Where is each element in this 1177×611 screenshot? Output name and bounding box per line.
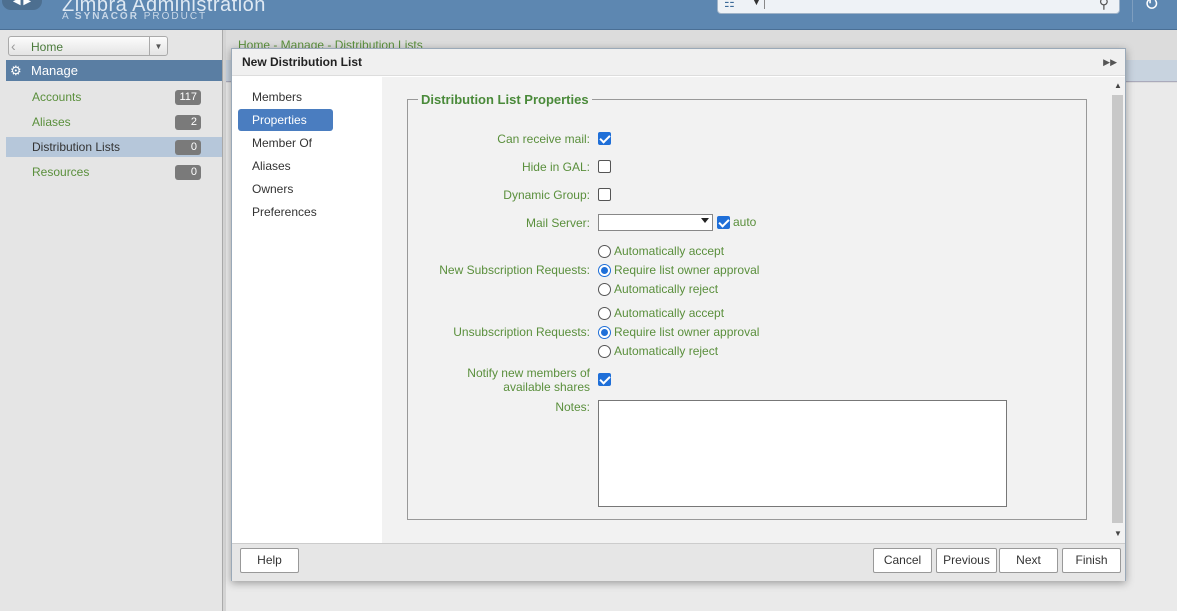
sidebar-item-label: Aliases xyxy=(32,115,71,129)
chevron-down-icon[interactable]: ▼ xyxy=(752,0,761,7)
count-badge: 117 xyxy=(175,90,201,105)
unsub-auto-accept-radio[interactable] xyxy=(598,307,611,320)
subtitle-suffix: PRODUCT xyxy=(143,11,208,22)
hide-in-gal-label: Hide in GAL: xyxy=(521,160,590,174)
new-sub-auto-reject-label: Automatically reject xyxy=(614,282,719,296)
tab-aliases[interactable]: Aliases xyxy=(238,155,333,177)
dialog-titlebar[interactable]: New Distribution List ▶▶ xyxy=(232,49,1125,76)
notes-textarea[interactable] xyxy=(598,400,1007,507)
new-sub-auto-reject-radio[interactable] xyxy=(598,283,611,296)
new-sub-auto-accept-radio[interactable] xyxy=(598,245,611,258)
hide-in-gal-checkbox[interactable] xyxy=(598,160,611,173)
cancel-button[interactable]: Cancel xyxy=(873,548,932,573)
new-subscription-label: New Subscription Requests: xyxy=(439,263,590,277)
properties-fieldset: Distribution List Properties Can receive… xyxy=(407,92,1087,520)
unsub-auto-reject-label: Automatically reject xyxy=(614,344,719,358)
tab-label: Preferences xyxy=(252,205,317,219)
app-header: ◀ ▶ Zimbra Administration A SYNACOR PROD… xyxy=(0,0,1177,30)
subtitle-prefix: A xyxy=(62,11,71,22)
tab-label: Aliases xyxy=(252,159,291,173)
search-divider xyxy=(764,0,765,9)
tab-label: Properties xyxy=(252,113,307,127)
new-sub-owner-approval-radio[interactable] xyxy=(598,264,611,277)
home-dropdown[interactable]: ‹ Home ▼ xyxy=(8,36,168,56)
tab-label: Members xyxy=(252,90,303,104)
section-title: Distribution List Properties xyxy=(418,92,592,107)
scroll-up-icon[interactable]: ▲ xyxy=(1114,81,1122,90)
new-sub-auto-accept-label: Automatically accept xyxy=(614,244,725,258)
sidebar: ‹ Home ▼ ⚙ Manage Accounts 117 Aliases 2… xyxy=(0,30,223,611)
sidebar-item-resources[interactable]: Resources 0 xyxy=(6,162,222,182)
can-receive-mail-checkbox[interactable] xyxy=(598,132,611,145)
chevron-down-icon xyxy=(701,218,709,223)
tab-preferences[interactable]: Preferences xyxy=(238,201,333,223)
manage-label: Manage xyxy=(31,63,78,78)
unsubscription-label: Unsubscription Requests: xyxy=(453,325,590,339)
sidebar-item-accounts[interactable]: Accounts 117 xyxy=(6,87,222,107)
tab-label: Member Of xyxy=(252,136,313,150)
unsub-auto-accept-label: Automatically accept xyxy=(614,306,725,320)
dialog-content: Distribution List Properties Can receive… xyxy=(382,77,1110,543)
scroll-down-icon[interactable]: ▼ xyxy=(1114,529,1122,538)
home-label: Home xyxy=(31,40,64,54)
new-distribution-list-dialog: New Distribution List ▶▶ Members Propert… xyxy=(231,48,1126,581)
tab-properties[interactable]: Properties xyxy=(238,109,333,131)
count-badge: 0 xyxy=(175,165,201,180)
unsub-auto-reject-radio[interactable] xyxy=(598,345,611,358)
count-badge: 0 xyxy=(175,140,201,155)
search-type-icon[interactable]: ☷ xyxy=(724,0,735,10)
refresh-icon[interactable]: ↻ xyxy=(1144,0,1159,15)
unsub-owner-approval-label: Require list owner approval xyxy=(614,325,760,339)
history-arrows[interactable]: ◀ ▶ xyxy=(2,0,42,10)
unsub-owner-approval-radio[interactable] xyxy=(598,326,611,339)
mail-server-auto-checkbox[interactable] xyxy=(717,216,730,229)
back-icon[interactable]: ‹ xyxy=(11,38,16,54)
mail-server-auto-label: auto xyxy=(733,215,757,229)
notify-label-line1: Notify new members of xyxy=(467,366,590,380)
dynamic-group-checkbox[interactable] xyxy=(598,188,611,201)
tab-members[interactable]: Members xyxy=(238,86,333,108)
notes-label: Notes: xyxy=(555,400,590,414)
search-input[interactable]: ☷ ▼ ⚲ xyxy=(717,0,1120,14)
sidebar-item-distribution-lists[interactable]: Distribution Lists 0 xyxy=(6,137,222,157)
header-divider xyxy=(1132,0,1133,22)
dialog-footer: Help Cancel Previous Next Finish xyxy=(232,543,1125,581)
can-receive-mail-label: Can receive mail: xyxy=(497,132,590,146)
sidebar-item-label: Resources xyxy=(32,165,90,179)
next-button[interactable]: Next xyxy=(999,548,1058,573)
finish-button[interactable]: Finish xyxy=(1062,548,1121,573)
help-button[interactable]: Help xyxy=(240,548,299,573)
sidebar-item-label: Distribution Lists xyxy=(32,140,121,154)
tab-member-of[interactable]: Member Of xyxy=(238,132,333,154)
tab-owners[interactable]: Owners xyxy=(238,178,333,200)
count-badge: 2 xyxy=(175,115,201,130)
notify-label-line2: available shares xyxy=(503,380,590,394)
dialog-nav: Members Properties Member Of Aliases Own… xyxy=(232,77,382,543)
search-icon[interactable]: ⚲ xyxy=(1099,0,1109,12)
app-subtitle: A SYNACOR PRODUCT xyxy=(62,11,207,22)
dynamic-group-label: Dynamic Group: xyxy=(503,188,590,202)
previous-button[interactable]: Previous xyxy=(936,548,997,573)
manage-icon: ⚙ xyxy=(10,63,22,78)
chevron-down-icon[interactable]: ▼ xyxy=(149,37,167,55)
scroll-thumb[interactable] xyxy=(1112,95,1123,523)
mail-server-select[interactable] xyxy=(598,214,713,231)
notify-members-checkbox[interactable] xyxy=(598,373,611,386)
expand-icon[interactable]: ▶▶ xyxy=(1103,57,1117,68)
scrollbar[interactable]: ▲ ▼ xyxy=(1110,77,1125,543)
dialog-title: New Distribution List xyxy=(242,55,362,69)
tab-label: Owners xyxy=(252,182,294,196)
sidebar-item-aliases[interactable]: Aliases 2 xyxy=(6,112,222,132)
mail-server-label: Mail Server: xyxy=(525,216,590,230)
manage-header[interactable]: ⚙ Manage xyxy=(6,60,222,81)
subtitle-brand: SYNACOR xyxy=(74,11,139,22)
sidebar-item-label: Accounts xyxy=(32,90,82,104)
new-sub-owner-approval-label: Require list owner approval xyxy=(614,263,760,277)
